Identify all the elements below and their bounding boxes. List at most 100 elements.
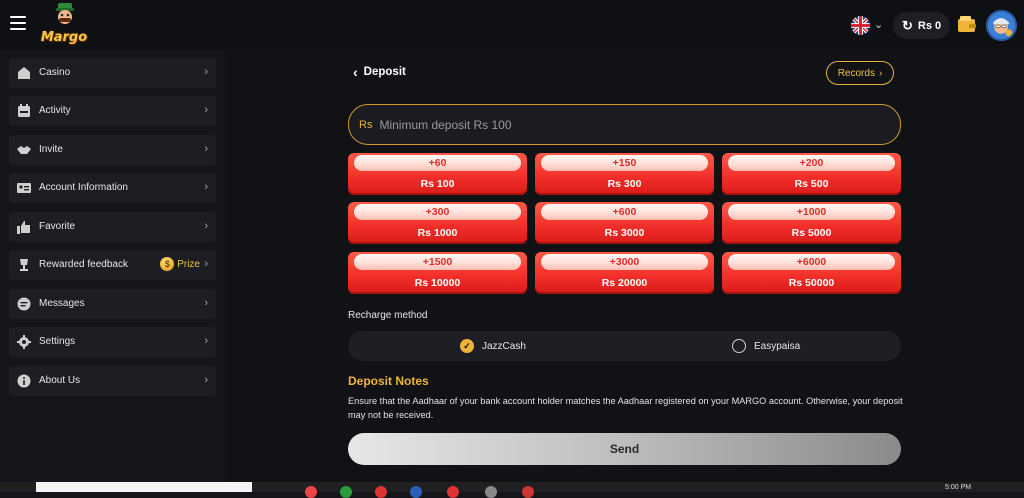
amount-value: Rs 20000	[601, 277, 648, 289]
method-jazzcash[interactable]: ✓ JazzCash	[460, 339, 526, 353]
records-button[interactable]: Records ›	[826, 61, 894, 85]
amount-option-1000[interactable]: +300 Rs 1000	[348, 202, 527, 244]
handshake-icon	[17, 146, 31, 154]
sidebar-item-label: Invite	[39, 144, 63, 155]
amount-value: Rs 10000	[414, 277, 461, 289]
sidebar-item-rewarded-feedback[interactable]: Rewarded feedback $ Prize ›	[9, 250, 216, 280]
amount-bonus: +60	[428, 157, 447, 169]
balance-amount: Rs 0	[917, 19, 942, 32]
amount-bonus: +600	[612, 206, 637, 218]
page-title: Deposit	[363, 66, 406, 78]
sidebar-item-label: Casino	[39, 67, 71, 78]
mascot-icon	[56, 3, 74, 24]
coin-icon: $	[160, 257, 175, 271]
calendar-icon	[18, 104, 30, 117]
sidebar-item-label: Activity	[39, 105, 71, 116]
taskbar-app-icon[interactable]	[410, 486, 422, 498]
deposit-notes-text: Ensure that the Aadhaar of your bank acc…	[348, 396, 903, 420]
method-easypaisa[interactable]: Easypaisa	[732, 339, 800, 353]
chevron-left-icon: ‹	[353, 64, 358, 80]
sidebar-item-account-information[interactable]: Account Information ›	[9, 173, 216, 203]
gear-icon	[17, 335, 31, 349]
id-card-icon	[17, 183, 31, 193]
amount-value: Rs 50000	[788, 277, 835, 289]
recharge-method-label: Recharge method	[348, 310, 428, 321]
amount-value: Rs 100	[420, 178, 455, 190]
prize-label: Prize	[177, 258, 200, 270]
taskbar-search-box[interactable]	[36, 482, 252, 492]
taskbar-app-icon[interactable]	[485, 486, 497, 498]
chevron-down-icon[interactable]: ⌄	[874, 18, 883, 31]
amount-bonus: +150	[612, 157, 637, 169]
send-button[interactable]: Send	[348, 433, 901, 465]
sidebar-item-label: About Us	[39, 375, 81, 386]
user-avatar-icon[interactable]	[986, 10, 1017, 41]
chevron-right-icon: ›	[204, 104, 208, 116]
sidebar: Casino › Activity › Invite › Account Inf…	[0, 50, 225, 492]
checked-radio-icon: ✓	[460, 339, 474, 353]
taskbar-app-icon[interactable]	[305, 486, 317, 498]
chat-icon	[17, 297, 31, 311]
unchecked-radio-icon	[732, 339, 746, 353]
amount-value: Rs 500	[794, 178, 829, 190]
top-bar: Margo ⌄ ↻ Rs 0	[0, 0, 1024, 50]
sidebar-item-casino[interactable]: Casino ›	[9, 58, 216, 88]
os-taskbar: 5:00 PM	[0, 482, 1024, 498]
sidebar-item-label: Favorite	[39, 221, 76, 232]
amount-option-500[interactable]: +200 Rs 500	[722, 153, 901, 195]
taskbar-app-icon[interactable]	[522, 486, 534, 498]
taskbar-app-icon[interactable]	[375, 486, 387, 498]
amount-bonus: +1500	[422, 256, 453, 268]
amount-bonus: +200	[799, 157, 824, 169]
taskbar-clock: 5:00 PM	[945, 484, 972, 491]
method-label: Easypaisa	[754, 340, 801, 352]
uk-flag-icon[interactable]	[851, 16, 870, 35]
margo-logo[interactable]: Margo	[38, 3, 90, 47]
sidebar-item-activity[interactable]: Activity ›	[9, 96, 216, 126]
back-button[interactable]: ‹ Deposit	[353, 64, 406, 80]
currency-symbol: Rs	[359, 118, 373, 131]
amount-bonus: +300	[425, 206, 450, 218]
prize-badge: $ Prize	[160, 257, 200, 271]
sidebar-item-favorite[interactable]: Favorite ›	[9, 212, 216, 242]
wallet-icon[interactable]	[958, 16, 976, 32]
records-label: Records	[837, 67, 875, 79]
amount-bonus: +6000	[796, 256, 827, 268]
deposit-notes-title: Deposit Notes	[348, 374, 429, 388]
sidebar-item-about-us[interactable]: About Us ›	[9, 366, 216, 396]
chevron-right-icon: ›	[204, 335, 208, 347]
chevron-right-icon: ›	[204, 297, 208, 309]
hamburger-menu-icon[interactable]	[10, 16, 26, 30]
info-icon	[17, 374, 31, 388]
sidebar-item-settings[interactable]: Settings ›	[9, 327, 216, 357]
chevron-right-icon: ›	[204, 143, 208, 155]
amount-bonus: +3000	[609, 256, 640, 268]
chevron-right-icon: ›	[204, 374, 208, 386]
deposit-amount-input[interactable]	[379, 117, 860, 132]
method-label: JazzCash	[482, 340, 526, 352]
sidebar-item-invite[interactable]: Invite ›	[9, 135, 216, 165]
casino-icon	[18, 67, 30, 79]
sidebar-item-label: Messages	[39, 298, 85, 309]
deposit-amount-field[interactable]: Rs	[348, 104, 901, 145]
refresh-icon[interactable]: ↻	[902, 19, 913, 32]
sidebar-item-label: Rewarded feedback	[39, 259, 128, 270]
chevron-right-icon: ›	[878, 67, 883, 79]
amount-value: Rs 1000	[417, 227, 458, 239]
taskbar-app-icon[interactable]	[447, 486, 459, 498]
amount-option-50000[interactable]: +6000 Rs 50000	[722, 252, 901, 294]
balance-pill[interactable]: ↻ Rs 0	[893, 12, 950, 39]
recharge-method-selector: ✓ JazzCash Easypaisa	[348, 331, 901, 361]
amount-value: Rs 300	[607, 178, 642, 190]
chevron-right-icon: ›	[204, 220, 208, 232]
amount-option-100[interactable]: +60 Rs 100	[348, 153, 527, 195]
amount-option-20000[interactable]: +3000 Rs 20000	[535, 252, 714, 294]
logo-text: Margo	[40, 30, 88, 45]
sidebar-item-messages[interactable]: Messages ›	[9, 289, 216, 319]
amount-option-300[interactable]: +150 Rs 300	[535, 153, 714, 195]
amount-option-5000[interactable]: +1000 Rs 5000	[722, 202, 901, 244]
amount-option-3000[interactable]: +600 Rs 3000	[535, 202, 714, 244]
amount-option-10000[interactable]: +1500 Rs 10000	[348, 252, 527, 294]
taskbar-app-icon[interactable]	[340, 486, 352, 498]
thumbs-up-icon	[17, 221, 30, 234]
